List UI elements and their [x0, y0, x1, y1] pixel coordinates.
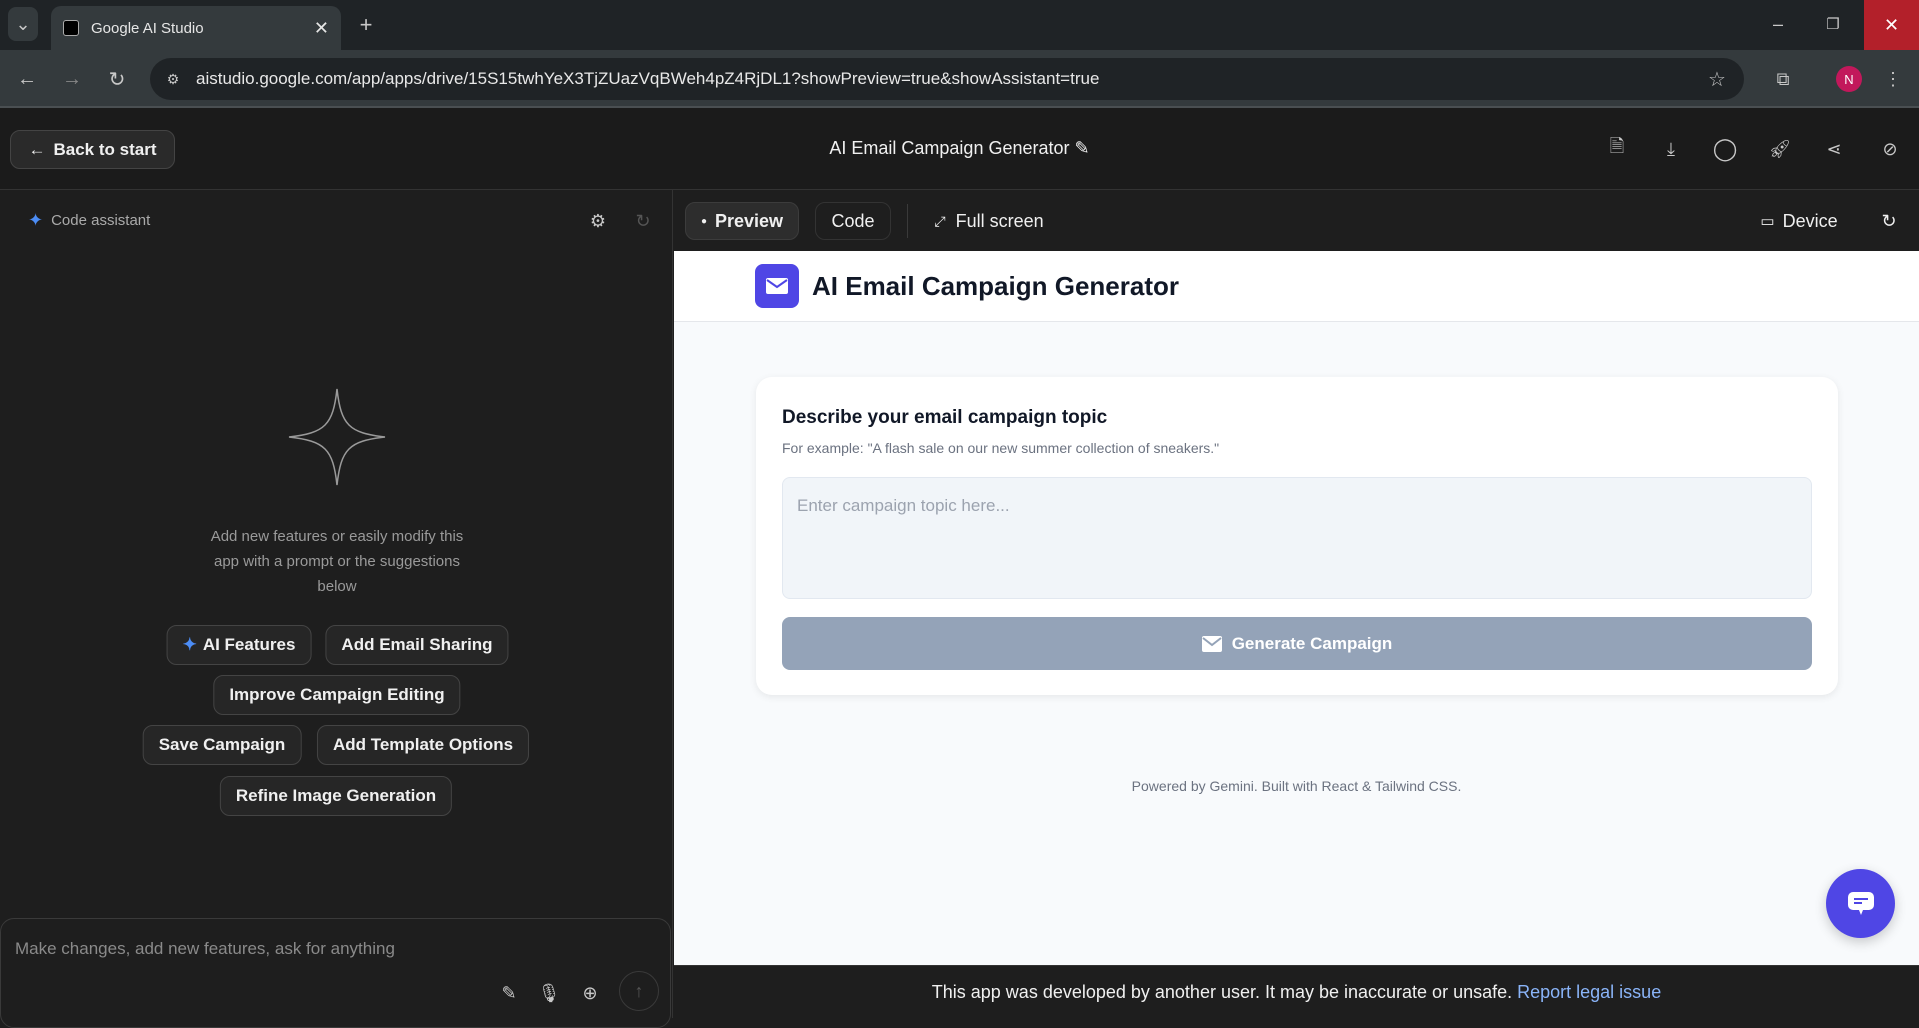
send-button[interactable]: ↑: [619, 971, 659, 1011]
expand-icon: ⤢: [934, 212, 946, 229]
divider: [907, 204, 908, 238]
close-tab-icon[interactable]: ✕: [314, 18, 329, 39]
address-bar-row: ← → ↻ ⚙ aistudio.google.com/app/apps/dri…: [0, 50, 1919, 108]
app-title: AI Email Campaign Generator: [812, 271, 1179, 301]
chip-label: AI Features: [202, 635, 296, 654]
device-icon: ▭: [1760, 213, 1775, 230]
favicon-icon: [63, 20, 79, 36]
large-sparkle-icon: [288, 388, 386, 486]
url-bar[interactable]: ⚙ aistudio.google.com/app/apps/drive/15S…: [150, 58, 1744, 100]
tab-title: Google AI Studio: [91, 19, 204, 37]
url-text: aistudio.google.com/app/apps/drive/15S15…: [196, 69, 1100, 88]
reload-preview-icon[interactable]: ↻: [1874, 202, 1904, 240]
back-arrow-icon[interactable]: ←: [12, 64, 42, 94]
card-hint: For example: "A flash sale on our new su…: [782, 440, 1220, 456]
edit-pencil-icon[interactable]: ✎: [1075, 138, 1090, 158]
minimize-button[interactable]: –: [1760, 8, 1796, 40]
chip-refine-image-generation[interactable]: Refine Image Generation: [219, 776, 453, 816]
hide-assistant-icon[interactable]: ⊘: [1877, 134, 1903, 164]
tab-strip: ⌄ Google AI Studio ✕ + – ❐ ✕: [0, 0, 1919, 50]
full-screen-button[interactable]: ⤢ Full screen: [924, 202, 1054, 240]
extensions-icon[interactable]: ⧉: [1768, 64, 1798, 94]
app-header-bar: AI Email Campaign Generator: [674, 251, 1919, 322]
sparkle-icon: ✦: [28, 210, 44, 230]
microphone-icon[interactable]: 🎙︎: [537, 981, 561, 1005]
tab-code[interactable]: Code: [815, 202, 891, 240]
rocket-deploy-icon[interactable]: 🚀︎: [1767, 134, 1793, 164]
notice-text: This app was developed by another user. …: [931, 981, 1513, 1002]
github-icon[interactable]: ◯: [1712, 134, 1738, 164]
profile-avatar[interactable]: N: [1836, 66, 1862, 92]
project-title: AI Email Campaign Generator ✎: [0, 138, 1919, 159]
download-icon[interactable]: ⤓: [1658, 134, 1684, 164]
tab-search-button[interactable]: ⌄: [8, 7, 38, 41]
preview-toolbar: ● Preview Code ⤢ Full screen ▭ Device ↻: [674, 190, 1919, 251]
refresh-icon[interactable]: ↻: [630, 208, 656, 234]
save-icon[interactable]: 🗎: [1604, 134, 1630, 164]
dot-icon: ●: [700, 215, 707, 227]
sparkle-icon: ✦: [182, 635, 197, 654]
browser-tab[interactable]: Google AI Studio ✕: [51, 6, 341, 50]
chip-ai-features[interactable]: ✦ AI Features: [166, 625, 312, 665]
site-settings-icon[interactable]: ⚙: [160, 66, 186, 92]
bookmark-star-icon[interactable]: ☆: [1704, 66, 1730, 92]
report-legal-issue-link[interactable]: Report legal issue: [1517, 982, 1661, 1003]
prompt-placeholder: Make changes, add new features, ask for …: [15, 939, 395, 958]
app-preview: AI Email Campaign Generator Describe you…: [674, 251, 1919, 965]
code-assistant-label: Code assistant: [51, 212, 151, 229]
chip-add-template-options[interactable]: Add Template Options: [316, 725, 530, 765]
chat-bubble-icon: [1847, 891, 1874, 915]
campaign-topic-textarea[interactable]: Enter campaign topic here...: [782, 477, 1812, 599]
safety-notice-bar: This app was developed by another user. …: [674, 965, 1919, 1018]
reload-icon[interactable]: ↻: [102, 64, 132, 94]
assistant-hint: Add new features or easily modify this a…: [210, 528, 464, 595]
share-icon[interactable]: ⋖: [1821, 134, 1847, 164]
forward-arrow-icon[interactable]: →: [57, 64, 87, 94]
tab-preview[interactable]: ● Preview: [685, 202, 799, 240]
close-window-button[interactable]: ✕: [1864, 0, 1919, 50]
browser-menu-icon[interactable]: ⋮: [1880, 64, 1906, 94]
chip-save-campaign[interactable]: Save Campaign: [142, 725, 302, 765]
settings-gear-icon[interactable]: ⚙: [585, 208, 611, 234]
generate-campaign-button[interactable]: Generate Campaign: [782, 617, 1812, 670]
tab-preview-label: Preview: [715, 210, 784, 231]
prompt-input[interactable]: Make changes, add new features, ask for …: [0, 918, 671, 1028]
restore-button[interactable]: ❐: [1815, 8, 1851, 40]
code-assistant-panel: ✦ Code assistant ⚙ ↻ Add new features or…: [0, 190, 673, 1028]
device-button[interactable]: ▭ Device: [1754, 202, 1844, 240]
magic-wand-icon[interactable]: ✎: [497, 981, 521, 1005]
mail-icon: [755, 264, 799, 308]
chip-improve-campaign-editing[interactable]: Improve Campaign Editing: [213, 675, 461, 715]
generate-label: Generate Campaign: [1231, 633, 1393, 653]
project-title-text: AI Email Campaign Generator: [829, 138, 1070, 158]
chat-fab-button[interactable]: [1826, 869, 1895, 938]
code-assistant-header: ✦ Code assistant: [28, 210, 150, 231]
card-title: Describe your email campaign topic: [782, 407, 1108, 428]
app-footer: Powered by Gemini. Built with React & Ta…: [1131, 778, 1462, 794]
chip-add-email-sharing[interactable]: Add Email Sharing: [325, 625, 509, 665]
full-screen-label: Full screen: [955, 210, 1044, 231]
campaign-form-card: Describe your email campaign topic For e…: [756, 377, 1838, 695]
device-label: Device: [1782, 210, 1838, 231]
app-header: ← Back to start AI Email Campaign Genera…: [0, 108, 1919, 190]
textarea-placeholder: Enter campaign topic here...: [797, 496, 1010, 515]
mail-icon: [1201, 635, 1222, 652]
add-circle-icon[interactable]: ⊕: [578, 981, 602, 1005]
new-tab-button[interactable]: +: [352, 10, 380, 40]
